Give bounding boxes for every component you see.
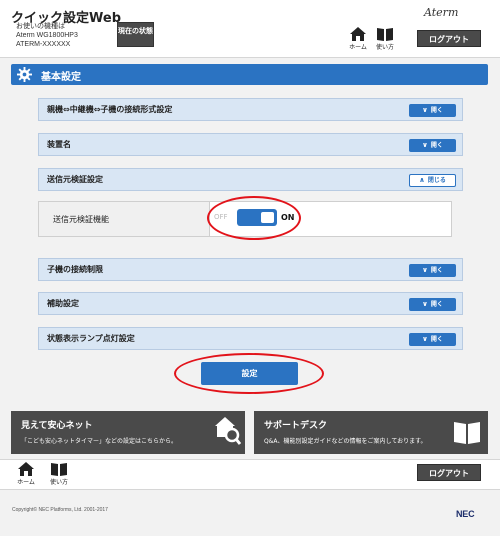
source-verification-label: 送信元検証機能 bbox=[53, 215, 109, 224]
aterm-logo: Aterm bbox=[424, 6, 459, 19]
chevron-down-icon: ∨ bbox=[422, 300, 428, 308]
device-name: ATERM-XXXXXX bbox=[16, 41, 71, 48]
manual-label: 使い方 bbox=[375, 44, 394, 51]
nec-logo: NEC bbox=[456, 509, 475, 519]
panel-source-verification[interactable]: 送信元検証設定 ∧ 閉じる bbox=[38, 168, 463, 191]
footer-logout-button[interactable]: ログアウト bbox=[417, 464, 481, 481]
panel-label: 子機の接続制限 bbox=[47, 265, 103, 274]
home-icon bbox=[18, 462, 34, 476]
panel-device-name[interactable]: 装置名 ∨ 開く bbox=[38, 133, 463, 156]
panel-label: 装置名 bbox=[47, 140, 71, 149]
chevron-up-icon: ∧ bbox=[419, 176, 425, 184]
highlight-ring-switch bbox=[207, 196, 301, 240]
manual-label: 使い方 bbox=[49, 479, 68, 486]
home-label: ホーム bbox=[17, 479, 35, 486]
device-model: Aterm WG1800HP3 bbox=[16, 32, 78, 39]
panel-label: 送信元検証設定 bbox=[47, 175, 103, 184]
device-label: お使いの機種は bbox=[16, 23, 65, 30]
footer-nav: ホーム 使い方 ログアウト bbox=[0, 459, 500, 490]
open-button[interactable]: ∨ 開く bbox=[409, 333, 456, 346]
promo-desc: 「こども安心ネットタイマー」などの設定はこちらから。 bbox=[21, 438, 178, 445]
device-info: お使いの機種は Aterm WG1800HP3 ATERM-XXXXXX bbox=[16, 22, 78, 49]
gear-icon bbox=[17, 67, 32, 82]
book-icon bbox=[377, 28, 393, 41]
home-button[interactable]: ホーム bbox=[345, 27, 371, 55]
panel-label: 親機⇔中継機⇔子機の接続形式設定 bbox=[47, 105, 173, 114]
section-header: 基本設定 bbox=[11, 64, 488, 85]
home-label: ホーム bbox=[349, 44, 367, 51]
open-button[interactable]: ∨ 開く bbox=[409, 139, 456, 152]
chevron-down-icon: ∨ bbox=[422, 266, 428, 274]
chevron-down-icon: ∨ bbox=[422, 141, 428, 149]
book-icon bbox=[454, 422, 480, 444]
footer-manual-button[interactable]: 使い方 bbox=[46, 462, 72, 490]
open-button[interactable]: ∨ 開く bbox=[409, 264, 456, 277]
chevron-down-icon: ∨ bbox=[422, 335, 428, 343]
promo-support-desk[interactable]: サポートデスク Q&A、機能別設定ガイドなどの情報をご案内しております。 bbox=[254, 411, 488, 454]
logout-button[interactable]: ログアウト bbox=[417, 30, 481, 47]
open-button[interactable]: ∨ 開く bbox=[409, 104, 456, 117]
header: クイック設定Web お使いの機種は Aterm WG1800HP3 ATERM-… bbox=[0, 0, 500, 58]
panel-status-lamp[interactable]: 状態表示ランプ点灯設定 ∨ 開く bbox=[38, 327, 463, 350]
panel-label: 状態表示ランプ点灯設定 bbox=[47, 334, 135, 343]
promo-title: 見えて安心ネット bbox=[21, 421, 93, 431]
copyright: Copyright© NEC Platforms, Ltd. 2001-2017 bbox=[12, 507, 108, 513]
panel-connection-mode[interactable]: 親機⇔中継機⇔子機の接続形式設定 ∨ 開く bbox=[38, 98, 463, 121]
section-title: 基本設定 bbox=[41, 72, 81, 83]
close-button[interactable]: ∧ 閉じる bbox=[409, 174, 456, 187]
current-status-button[interactable]: 現在の状態 bbox=[117, 22, 154, 47]
manual-button[interactable]: 使い方 bbox=[372, 27, 398, 55]
chevron-down-icon: ∨ bbox=[422, 106, 428, 114]
home-icon bbox=[350, 27, 366, 41]
footer-home-button[interactable]: ホーム bbox=[13, 462, 39, 490]
highlight-ring-submit bbox=[174, 353, 324, 394]
panel-label: 補助設定 bbox=[47, 299, 79, 308]
house-search-icon bbox=[215, 417, 241, 445]
book-icon bbox=[51, 463, 67, 476]
panel-auxiliary[interactable]: 補助設定 ∨ 開く bbox=[38, 292, 463, 315]
promo-title: サポートデスク bbox=[264, 421, 328, 431]
promo-mieteanshin[interactable]: 見えて安心ネット 「こども安心ネットタイマー」などの設定はこちらから。 bbox=[11, 411, 245, 454]
panel-client-limit[interactable]: 子機の接続制限 ∨ 開く bbox=[38, 258, 463, 281]
open-button[interactable]: ∨ 開く bbox=[409, 298, 456, 311]
promo-desc: Q&A、機能別設定ガイドなどの情報をご案内しております。 bbox=[264, 438, 427, 445]
